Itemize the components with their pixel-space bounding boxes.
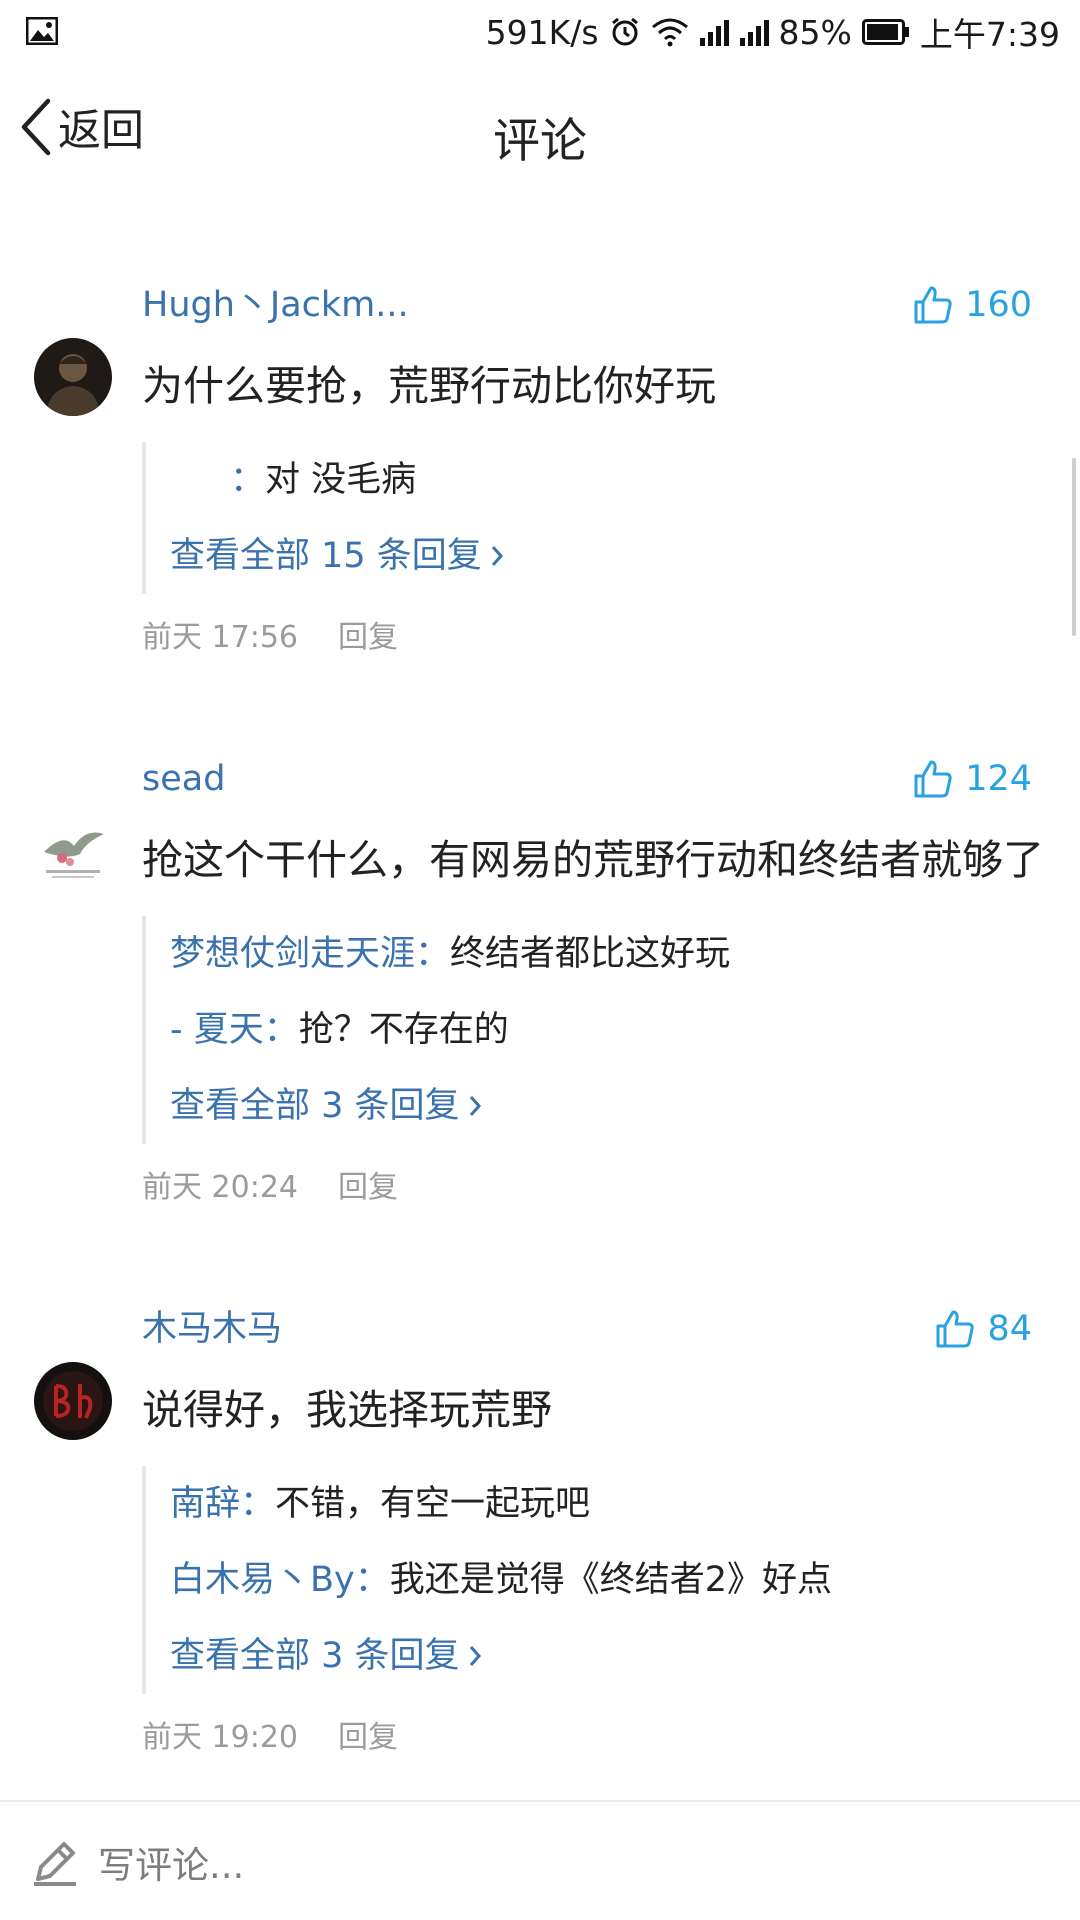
comment-meta: 前天 19:20 回复 (142, 1708, 1050, 1768)
reply-text: 抢？不存在的 (298, 1010, 509, 1050)
comment-text: 抢这个干什么，有网易的荒野行动和终结者就够了 (142, 836, 1044, 884)
view-all-label: 查看全部 15 条回复 (170, 536, 482, 576)
wifi-icon (651, 18, 688, 47)
reply-separator: ： (230, 460, 266, 500)
reply-separator: ： (415, 934, 451, 974)
signal-icon (739, 20, 769, 46)
username[interactable]: Hugh丶Jackm... (142, 268, 409, 342)
chevron-right-icon (469, 1096, 481, 1116)
comment-input-bar: 写评论... (0, 1800, 1080, 1920)
like-button[interactable]: 124 (913, 742, 1032, 816)
reply-button[interactable]: 回复 (338, 608, 398, 668)
view-all-replies-link[interactable]: 查看全部 3 条回复 (170, 1068, 1050, 1144)
reply-preview: 南辞：不错，有空一起玩吧 白木易丶By：我还是觉得《终结者2》好点 查看全部 3… (142, 1466, 1050, 1694)
reply-preview: 梦想仗剑走天涯：终结者都比这好玩 - 夏天：抢？不存在的 查看全部 3 条回复 (142, 916, 1050, 1144)
page-title: 评论 (493, 114, 587, 169)
reply-button[interactable]: 回复 (338, 1158, 398, 1218)
network-speed: 591K/s (485, 12, 599, 52)
timestamp: 前天 17:56 (142, 620, 298, 655)
reply-separator: ： (354, 1560, 390, 1600)
comment-header: Hugh丶Jackm... 160 (142, 268, 1050, 342)
timestamp: 前天 20:24 (142, 1170, 298, 1205)
navigation-header: 返回 评论 (0, 62, 1080, 194)
clock: 上午7:39 (919, 15, 1060, 54)
battery-percent: 85% (778, 12, 852, 52)
view-all-replies-link[interactable]: 查看全部 3 条回复 (170, 1618, 1050, 1694)
reply-item[interactable]: 白木易丶By：我还是觉得《终结者2》好点 (170, 1542, 1050, 1618)
like-count: 160 (965, 285, 1032, 325)
comment-meta: 前天 20:24 回复 (142, 1158, 1050, 1218)
reply-preview: ：对 没毛病 查看全部 15 条回复 (142, 442, 1050, 594)
reply-button[interactable]: 回复 (338, 1708, 398, 1768)
reply-item[interactable]: ：对 没毛病 (170, 442, 1050, 518)
view-all-label: 查看全部 3 条回复 (170, 1636, 460, 1676)
gallery-icon (26, 17, 58, 45)
reply-item[interactable]: - 夏天：抢？不存在的 (170, 992, 1050, 1068)
reply-user[interactable]: 梦想仗剑走天涯 (170, 934, 415, 974)
like-count: 84 (987, 1309, 1032, 1349)
view-all-replies-link[interactable]: 查看全部 15 条回复 (170, 518, 1050, 594)
comment-meta: 前天 17:56 回复 (142, 608, 1050, 668)
avatar[interactable] (34, 812, 112, 890)
alarm-icon (611, 17, 638, 46)
reply-text: 对 没毛病 (265, 460, 417, 500)
username[interactable]: 木马木马 (142, 1292, 282, 1366)
reply-item[interactable]: 南辞：不错，有空一起玩吧 (170, 1466, 1050, 1542)
comment-text: 说得好，我选择玩荒野 (142, 1386, 552, 1434)
timestamp: 前天 19:20 (142, 1720, 298, 1755)
thumbs-up-icon (914, 760, 952, 798)
reply-text: 终结者都比这好玩 (450, 934, 731, 974)
reply-user[interactable]: 白木易丶By (170, 1560, 355, 1600)
comment-text: 为什么要抢，荒野行动比你好玩 (142, 362, 716, 410)
reply-user[interactable]: - 夏天 (170, 1010, 264, 1050)
like-button[interactable]: 160 (913, 268, 1032, 342)
reply-text: 我还是觉得《终结者2》好点 (389, 1560, 833, 1600)
write-comment-placeholder: 写评论... (98, 1844, 245, 1887)
avatar[interactable] (34, 1362, 112, 1440)
comment-list: Hugh丶Jackm... 160 为什么要抢，荒野行动比你好玩 ：对 没毛病 … (0, 194, 1080, 1768)
comment-header: 木马木马 84 (142, 1292, 1050, 1366)
pencil-icon (34, 1842, 76, 1886)
comment-item: sead 124 抢这个干什么，有网易的荒野行动和终结者就够了 梦想仗剑走天涯：… (0, 742, 1080, 1218)
write-comment-input[interactable]: 写评论... (30, 1832, 244, 1892)
comment-item: 木马木马 84 说得好，我选择玩荒野 南辞：不错，有空一起玩吧 白木易丶By：我… (0, 1292, 1080, 1768)
scrollbar[interactable] (1072, 458, 1076, 636)
thumbs-up-icon (914, 286, 952, 324)
chevron-right-icon (491, 546, 503, 566)
status-bar: 591K/s 85% 上午7:39 (0, 0, 1080, 62)
status-indicators: 591K/s 85% 上午7:39 (485, 10, 1060, 55)
chevron-right-icon (469, 1646, 481, 1666)
username[interactable]: sead (142, 742, 225, 816)
like-count: 124 (965, 759, 1032, 799)
reply-separator: ： (263, 1010, 299, 1050)
view-all-label: 查看全部 3 条回复 (170, 1086, 460, 1126)
thumbs-up-icon (936, 1310, 975, 1348)
battery-icon (861, 19, 910, 45)
reply-user[interactable]: 南辞 (170, 1484, 240, 1524)
reply-text: 不错，有空一起玩吧 (275, 1484, 591, 1524)
signal-icon (699, 20, 729, 46)
reply-item[interactable]: 梦想仗剑走天涯：终结者都比这好玩 (170, 916, 1050, 992)
like-button[interactable]: 84 (935, 1292, 1032, 1366)
comment-header: sead 124 (142, 742, 1050, 816)
avatar[interactable] (34, 338, 112, 416)
reply-separator: ： (240, 1484, 276, 1524)
comment-item: Hugh丶Jackm... 160 为什么要抢，荒野行动比你好玩 ：对 没毛病 … (0, 268, 1080, 668)
